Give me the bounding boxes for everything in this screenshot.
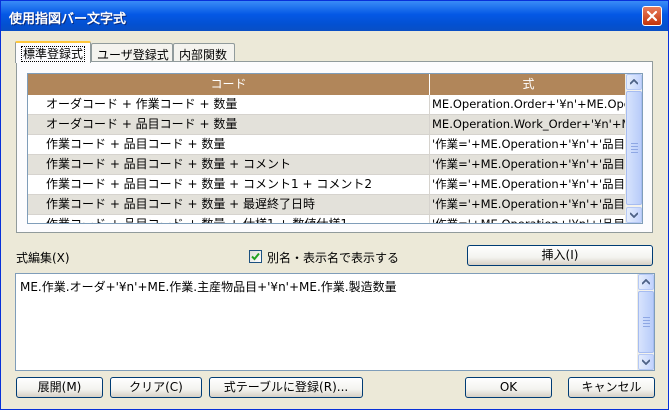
tab-user[interactable]: ユーザ登録式 (91, 43, 173, 62)
edit-label: 式編集(X) (16, 251, 70, 265)
table-row[interactable]: 作業コード + 品目コード + 数量 + コメント '作業='+ME.Opera… (28, 155, 628, 175)
close-button[interactable] (642, 6, 662, 26)
chevron-down-icon (642, 359, 650, 365)
check-icon (251, 252, 260, 261)
chevron-down-icon (630, 212, 638, 218)
tab-standard-label: 標準登録式 (21, 46, 86, 62)
alias-checkbox-label[interactable]: 別名・表示名で表示する (267, 249, 399, 266)
table-row[interactable]: オーダコード + 作業コード + 数量 ME.Operation.Order+'… (28, 95, 628, 115)
clear-button[interactable]: クリア(C) (110, 377, 202, 398)
editor-scroll-thumb[interactable] (638, 291, 654, 353)
table-row[interactable]: 作業コード + 品目コード + 数量 '作業='+ME.Operation+'¥… (28, 135, 628, 155)
grid-scroll-down-button[interactable] (626, 207, 642, 223)
editor-scroll-down-button[interactable] (638, 354, 654, 370)
title-bar[interactable]: 使用指図バー文字式 (1, 1, 668, 31)
table-row[interactable]: オーダコード + 品目コード + 数量 ME.Operation.Work_Or… (28, 115, 628, 135)
expression-grid: コード 式 オーダコード + 作業コード + 数量 ME.Operation.O… (27, 73, 643, 224)
expression-editor[interactable]: ME.作業.オーダ+'¥n'+ME.作業.主産物品目+'¥n'+ME.作業.製造… (15, 273, 655, 371)
grid-scroll-up-button[interactable] (626, 74, 642, 90)
expand-button[interactable]: 展開(M) (16, 377, 103, 398)
chevron-up-icon (642, 279, 650, 285)
close-icon (646, 10, 658, 22)
editor-scrollbar[interactable] (637, 274, 654, 370)
tab-internal-functions[interactable]: 内部関数 (173, 43, 235, 62)
expression-text[interactable]: ME.作業.オーダ+'¥n'+ME.作業.主産物品目+'¥n'+ME.作業.製造… (20, 278, 397, 295)
insert-button[interactable]: 挿入(I) (467, 245, 653, 266)
dialog-window: 使用指図バー文字式 標準登録式 ユーザ登録式 内部関数 コード 式 オーダコード… (0, 0, 669, 410)
cell-code: 作業コード + 品目コード + 数量 (28, 135, 430, 154)
grid-scroll-thumb[interactable] (626, 91, 642, 205)
cell-expression: ME.Operation.Order+'¥n'+ME.Operation. (432, 97, 628, 111)
cell-code: 作業コード + 品目コード + 数量 + コメント1 + コメント2 (28, 175, 430, 194)
column-header-expression[interactable]: 式 (430, 74, 628, 95)
cell-expression: ME.Operation.Work_Order+'¥n'+ME.Ope (432, 117, 628, 131)
grid-scrollbar[interactable] (625, 74, 642, 223)
cell-expression: '作業='+ME.Operation+'¥n'+'品目='+ME. (432, 197, 628, 211)
tab-user-label: ユーザ登録式 (97, 48, 169, 62)
tab-internal-label: 内部関数 (179, 48, 228, 62)
chevron-up-icon (630, 79, 638, 85)
cell-expression: '作業='+ME.Operation+'¥n'+'品目='+ME. (432, 217, 628, 224)
cancel-button[interactable]: キャンセル (568, 377, 655, 398)
editor-scroll-up-button[interactable] (638, 274, 654, 290)
table-row[interactable]: 作業コード + 品目コード + 数量 + 仕様1 + 数値仕様1 '作業='+M… (28, 215, 628, 224)
alias-checkbox[interactable] (249, 250, 262, 263)
table-row[interactable]: 作業コード + 品目コード + 数量 + 最遅終了日時 '作業='+ME.Ope… (28, 195, 628, 215)
cell-expression: '作業='+ME.Operation+'¥n'+'品目='+ME. (432, 177, 628, 191)
cell-code: 作業コード + 品目コード + 数量 + 最遅終了日時 (28, 195, 430, 214)
cell-code: オーダコード + 品目コード + 数量 (28, 115, 430, 134)
cell-expression: '作業='+ME.Operation+'¥n'+'品目='+ME. (432, 157, 628, 171)
tab-panel: コード 式 オーダコード + 作業コード + 数量 ME.Operation.O… (16, 61, 653, 233)
table-row[interactable]: 作業コード + 品目コード + 数量 + コメント1 + コメント2 '作業='… (28, 175, 628, 195)
cell-code: 作業コード + 品目コード + 数量 + コメント (28, 155, 430, 174)
grid-header: コード 式 (28, 74, 628, 95)
cell-code: 作業コード + 品目コード + 数量 + 仕様1 + 数値仕様1 (28, 215, 430, 223)
tab-standard[interactable]: 標準登録式 (15, 41, 91, 63)
column-header-code[interactable]: コード (28, 74, 430, 95)
window-title: 使用指図バー文字式 (9, 12, 127, 27)
ok-button[interactable]: OK (465, 377, 552, 398)
cell-code: オーダコード + 作業コード + 数量 (28, 95, 430, 114)
register-button[interactable]: 式テーブルに登録(R)... (209, 377, 363, 398)
cell-expression: '作業='+ME.Operation+'¥n'+'品目='+ME. (432, 137, 628, 151)
